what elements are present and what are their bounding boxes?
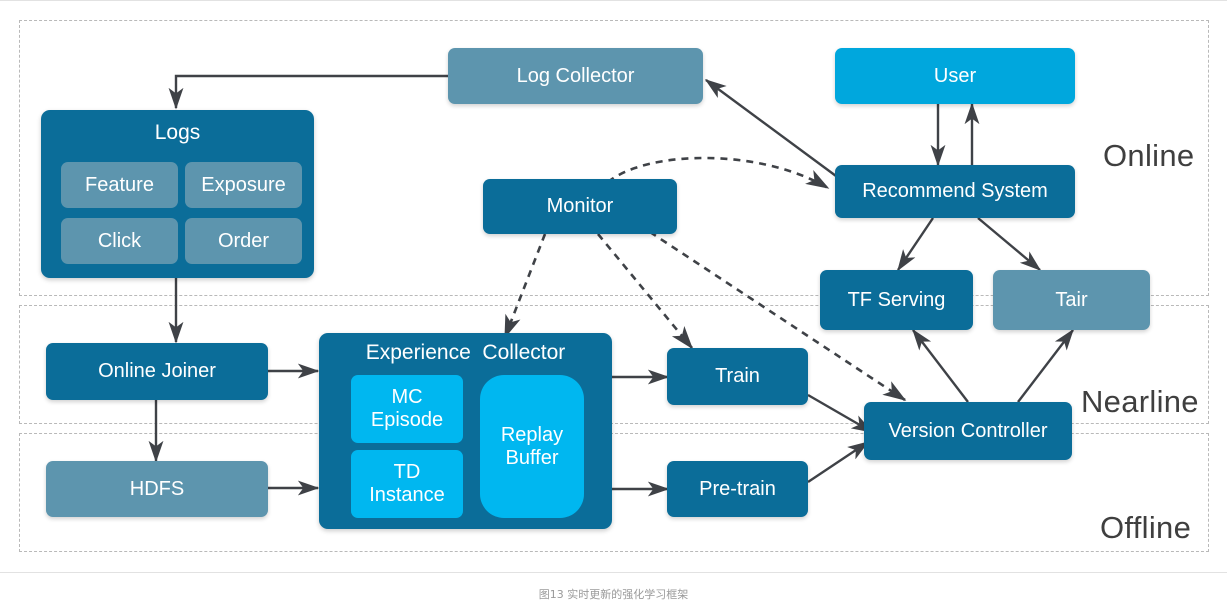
node-monitor[interactable]: Monitor [483, 179, 677, 234]
diagram-root: Online Nearline Offline Log Collector Us… [0, 0, 1227, 603]
group-logs[interactable]: Logs Feature Exposure Click Order [41, 110, 314, 278]
chip-mc-episode[interactable]: MC Episode [351, 375, 463, 443]
node-version-controller[interactable]: Version Controller [864, 402, 1072, 460]
node-pre-train[interactable]: Pre-train [667, 461, 808, 517]
chip-feature[interactable]: Feature [61, 162, 178, 208]
group-experience-collector[interactable]: Experience Collector MC Episode TD Insta… [319, 333, 612, 529]
node-user[interactable]: User [835, 48, 1075, 104]
chip-order[interactable]: Order [185, 218, 302, 264]
node-tf-serving[interactable]: TF Serving [820, 270, 973, 330]
group-experience-collector-title: Experience Collector [365, 341, 566, 364]
node-log-collector[interactable]: Log Collector [448, 48, 703, 104]
chip-click[interactable]: Click [61, 218, 178, 264]
group-logs-title: Logs [154, 121, 201, 144]
figure-caption: 图13 实时更新的强化学习框架 [538, 588, 689, 601]
node-online-joiner[interactable]: Online Joiner [46, 343, 268, 400]
node-tair[interactable]: Tair [993, 270, 1150, 330]
node-train[interactable]: Train [667, 348, 808, 405]
chip-replay-buffer[interactable]: Replay Buffer [480, 375, 584, 518]
node-recommend-system[interactable]: Recommend System [835, 165, 1075, 218]
node-hdfs[interactable]: HDFS [46, 461, 268, 517]
chip-exposure[interactable]: Exposure [185, 162, 302, 208]
chip-td-instance[interactable]: TD Instance [351, 450, 463, 518]
